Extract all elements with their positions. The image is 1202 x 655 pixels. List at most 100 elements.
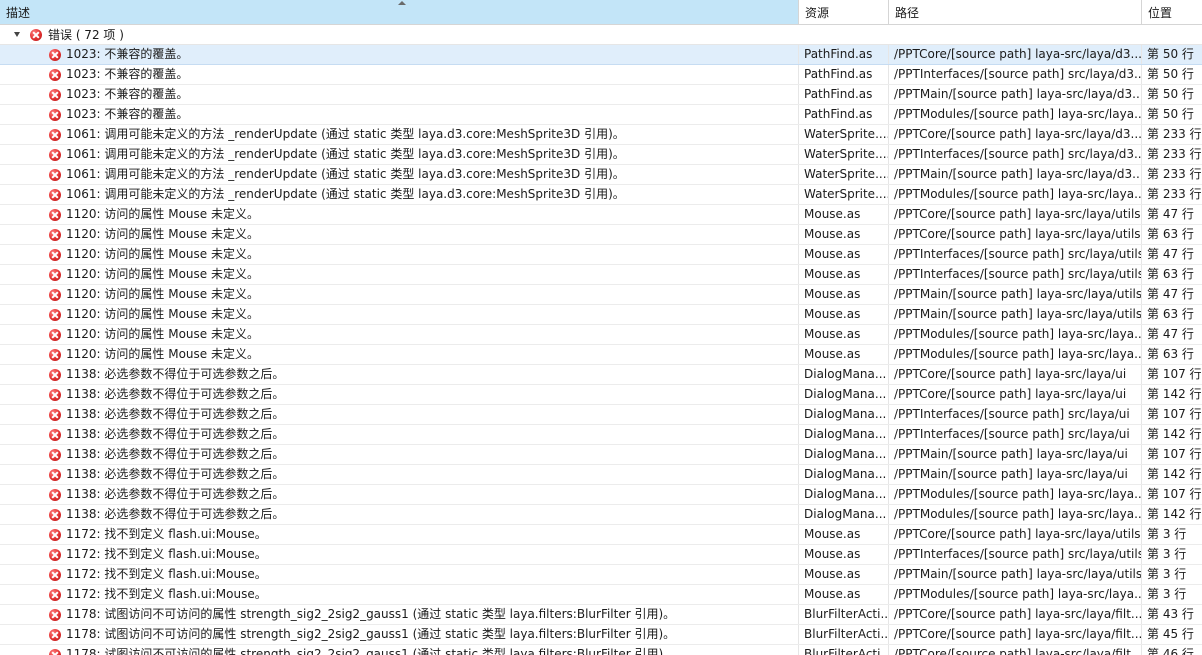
resource-cell: BlurFilterActi... (799, 645, 889, 655)
path-cell: /PPTInterfaces/[source path] src/laya/ui (889, 425, 1142, 444)
table-row[interactable]: 1138: 必选参数不得位于可选参数之后。 DialogMana.../PPTCo… (0, 365, 1202, 385)
description-cell: 1061: 调用可能未定义的方法 _renderUpdate (通过 stati… (0, 185, 799, 204)
error-group-row[interactable]: 错误 ( 72 项 ) (0, 25, 1202, 45)
column-header-path-label: 路径 (895, 6, 920, 20)
location-cell: 第 233 行 (1147, 127, 1202, 141)
column-header-description-label: 描述 (6, 6, 31, 20)
resource-cell: WaterSprite.... (799, 145, 889, 164)
error-group-label: 错误 ( 72 项 ) (48, 28, 124, 42)
location-cell: 第 50 行 (1147, 107, 1194, 121)
description-cell: 1023: 不兼容的覆盖。 (0, 65, 799, 84)
path-cell: /PPTCore/[source path] laya-src/laya/ui (889, 385, 1142, 404)
sort-ascending-icon (398, 1, 406, 5)
path-cell: /PPTModules/[source path] laya-src/laya.… (889, 345, 1142, 364)
location-cell: 第 233 行 (1147, 167, 1202, 181)
table-row[interactable]: 1138: 必选参数不得位于可选参数之后。 DialogMana.../PPTIn… (0, 405, 1202, 425)
path-cell: /PPTCore/[source path] laya-src/laya/uti… (889, 225, 1142, 244)
description-cell: 1178: 试图访问不可访问的属性 strength_sig2_2sig2_ga… (0, 625, 799, 644)
column-header-path[interactable]: 路径 (889, 0, 1142, 24)
resource-cell: Mouse.as (799, 565, 889, 584)
table-row[interactable]: 1120: 访问的属性 Mouse 未定义。 Mouse.as/PPTInterf… (0, 265, 1202, 285)
table-row[interactable]: 1120: 访问的属性 Mouse 未定义。 Mouse.as/PPTModule… (0, 345, 1202, 365)
resource-cell: BlurFilterActi... (799, 605, 889, 624)
path-cell: /PPTInterfaces/[source path] src/laya/ui (889, 405, 1142, 424)
location-cell: 第 50 行 (1147, 87, 1194, 101)
table-row[interactable]: 1172: 找不到定义 flash.ui:Mouse。 Mouse.as/PPTM… (0, 565, 1202, 585)
column-header-location-label: 位置 (1148, 6, 1173, 20)
problems-grid: 描述 资源 路径 位置 错误 ( 72 项 ) 1023: 不兼容的覆盖。 Pat… (0, 0, 1202, 655)
table-row[interactable]: 1138: 必选参数不得位于可选参数之后。 DialogMana.../PPTMo… (0, 505, 1202, 525)
expand-collapse-icon[interactable] (14, 32, 20, 37)
location-cell: 第 233 行 (1147, 147, 1202, 161)
location-cell: 第 43 行 (1147, 607, 1194, 621)
resource-cell: PathFind.as (799, 65, 889, 84)
location-cell: 第 107 行 (1147, 407, 1202, 421)
table-row[interactable]: 1120: 访问的属性 Mouse 未定义。 Mouse.as/PPTCore/[… (0, 205, 1202, 225)
location-cell: 第 50 行 (1147, 47, 1194, 61)
table-row[interactable]: 1138: 必选参数不得位于可选参数之后。 DialogMana.../PPTMa… (0, 465, 1202, 485)
table-row[interactable]: 1120: 访问的属性 Mouse 未定义。 Mouse.as/PPTMain/[… (0, 305, 1202, 325)
table-row[interactable]: 1178: 试图访问不可访问的属性 strength_sig2_2sig2_ga… (0, 625, 1202, 645)
resource-cell: DialogMana... (799, 365, 889, 384)
location-cell: 第 47 行 (1147, 327, 1194, 341)
resource-cell: Mouse.as (799, 305, 889, 324)
table-row[interactable]: 1138: 必选参数不得位于可选参数之后。 DialogMana.../PPTMa… (0, 445, 1202, 465)
table-row[interactable]: 1138: 必选参数不得位于可选参数之后。 DialogMana.../PPTCo… (0, 385, 1202, 405)
table-row[interactable]: 1023: 不兼容的覆盖。 PathFind.as/PPTMain/[source… (0, 85, 1202, 105)
location-cell: 第 142 行 (1147, 467, 1202, 481)
resource-cell: DialogMana... (799, 485, 889, 504)
table-row[interactable]: 1061: 调用可能未定义的方法 _renderUpdate (通过 stati… (0, 185, 1202, 205)
table-row[interactable]: 1172: 找不到定义 flash.ui:Mouse。 Mouse.as/PPTM… (0, 585, 1202, 605)
location-cell: 第 47 行 (1147, 287, 1194, 301)
column-header-location[interactable]: 位置 (1142, 0, 1202, 24)
resource-cell: Mouse.as (799, 525, 889, 544)
location-cell: 第 3 行 (1147, 527, 1187, 541)
table-row[interactable]: 1061: 调用可能未定义的方法 _renderUpdate (通过 stati… (0, 145, 1202, 165)
description-cell: 1120: 访问的属性 Mouse 未定义。 (0, 225, 799, 244)
table-row[interactable]: 1178: 试图访问不可访问的属性 strength_sig2_2sig2_ga… (0, 645, 1202, 655)
location-cell: 第 63 行 (1147, 227, 1194, 241)
description-cell: 1178: 试图访问不可访问的属性 strength_sig2_2sig2_ga… (0, 605, 799, 624)
path-cell: /PPTMain/[source path] laya-src/laya/d3.… (889, 165, 1142, 184)
table-row[interactable]: 1172: 找不到定义 flash.ui:Mouse。 Mouse.as/PPTI… (0, 545, 1202, 565)
resource-cell: DialogMana... (799, 405, 889, 424)
table-row[interactable]: 1023: 不兼容的覆盖。 PathFind.as/PPTInterfaces/[… (0, 65, 1202, 85)
table-row[interactable]: 1138: 必选参数不得位于可选参数之后。 DialogMana.../PPTIn… (0, 425, 1202, 445)
path-cell: /PPTMain/[source path] laya-src/laya/uti… (889, 285, 1142, 304)
table-row[interactable]: 1023: 不兼容的覆盖。 PathFind.as/PPTCore/[source… (0, 45, 1202, 65)
resource-cell: DialogMana... (799, 465, 889, 484)
error-list: 1023: 不兼容的覆盖。 PathFind.as/PPTCore/[source… (0, 45, 1202, 655)
location-cell: 第 63 行 (1147, 307, 1194, 321)
resource-cell: Mouse.as (799, 585, 889, 604)
table-row[interactable]: 1120: 访问的属性 Mouse 未定义。 Mouse.as/PPTModule… (0, 325, 1202, 345)
resource-cell: PathFind.as (799, 85, 889, 104)
table-row[interactable]: 1120: 访问的属性 Mouse 未定义。 Mouse.as/PPTMain/[… (0, 285, 1202, 305)
resource-cell: Mouse.as (799, 225, 889, 244)
table-row[interactable]: 1023: 不兼容的覆盖。 PathFind.as/PPTModules/[sou… (0, 105, 1202, 125)
path-cell: /PPTModules/[source path] laya-src/laya.… (889, 505, 1142, 524)
path-cell: /PPTModules/[source path] laya-src/laya.… (889, 485, 1142, 504)
location-cell: 第 233 行 (1147, 187, 1202, 201)
description-cell: 1023: 不兼容的覆盖。 (0, 85, 799, 104)
table-row[interactable]: 1120: 访问的属性 Mouse 未定义。 Mouse.as/PPTInterf… (0, 245, 1202, 265)
description-cell: 1138: 必选参数不得位于可选参数之后。 (0, 465, 799, 484)
description-cell: 1178: 试图访问不可访问的属性 strength_sig2_2sig2_ga… (0, 645, 799, 655)
location-cell: 第 47 行 (1147, 247, 1194, 261)
table-row[interactable]: 1120: 访问的属性 Mouse 未定义。 Mouse.as/PPTCore/[… (0, 225, 1202, 245)
column-header-resource[interactable]: 资源 (799, 0, 889, 24)
description-cell: 1138: 必选参数不得位于可选参数之后。 (0, 365, 799, 384)
resource-cell: DialogMana... (799, 445, 889, 464)
description-cell: 1023: 不兼容的覆盖。 (0, 105, 799, 124)
resource-cell: BlurFilterActi... (799, 625, 889, 644)
column-header-resource-label: 资源 (805, 6, 830, 20)
table-row[interactable]: 1172: 找不到定义 flash.ui:Mouse。 Mouse.as/PPTC… (0, 525, 1202, 545)
table-row[interactable]: 1061: 调用可能未定义的方法 _renderUpdate (通过 stati… (0, 165, 1202, 185)
resource-cell: Mouse.as (799, 545, 889, 564)
path-cell: /PPTModules/[source path] laya-src/laya.… (889, 585, 1142, 604)
table-row[interactable]: 1061: 调用可能未定义的方法 _renderUpdate (通过 stati… (0, 125, 1202, 145)
table-row[interactable]: 1178: 试图访问不可访问的属性 strength_sig2_2sig2_ga… (0, 605, 1202, 625)
table-row[interactable]: 1138: 必选参数不得位于可选参数之后。 DialogMana.../PPTMo… (0, 485, 1202, 505)
description-cell: 1061: 调用可能未定义的方法 _renderUpdate (通过 stati… (0, 165, 799, 184)
path-cell: /PPTCore/[source path] laya-src/laya/uti… (889, 205, 1142, 224)
path-cell: /PPTInterfaces/[source path] src/laya/ut… (889, 265, 1142, 284)
